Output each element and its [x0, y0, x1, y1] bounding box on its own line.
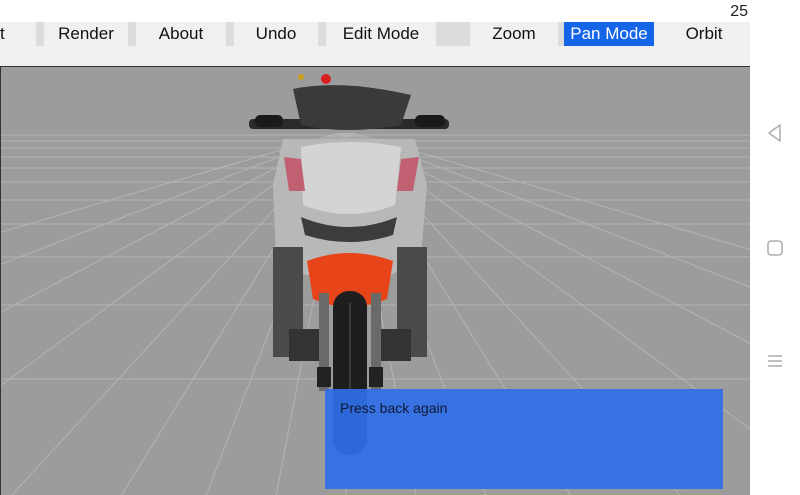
toolbar-separator [128, 22, 136, 46]
indicator-light [321, 74, 331, 84]
right-grip [415, 115, 445, 127]
right-fork-foot [369, 367, 383, 387]
left-grip [255, 115, 283, 127]
mirror-mount [298, 74, 304, 80]
left-footrest [289, 329, 319, 361]
top-cowl [293, 85, 411, 130]
left-fork-foot [317, 367, 331, 387]
home-icon[interactable] [764, 237, 786, 259]
edit-mode-button[interactable]: Edit Mode [326, 22, 436, 46]
pan-mode-button[interactable]: Pan Mode [564, 22, 654, 46]
status-clock: 25 [730, 3, 748, 20]
toast-notification: Press back again [325, 389, 723, 489]
fairing-panel [301, 142, 401, 214]
toolbar-separator [226, 22, 234, 46]
render-button[interactable]: Render [44, 22, 128, 46]
toolbar-separator [436, 22, 470, 46]
about-button[interactable]: About [136, 22, 226, 46]
system-navigation-bar [750, 0, 800, 495]
status-bar: 25 [0, 0, 800, 22]
zoom-button[interactable]: Zoom [470, 22, 558, 46]
back-icon[interactable] [764, 122, 786, 144]
toolbar-gap [0, 46, 750, 66]
toolbar-item-partial[interactable]: t [0, 22, 36, 46]
orbit-button[interactable]: Orbit [660, 22, 748, 46]
right-footrest [381, 329, 411, 361]
toolbar-separator [318, 22, 326, 46]
toolbar-separator [36, 22, 44, 46]
toolbar: t Render About Undo Edit Mode Zoom Pan M… [0, 22, 750, 46]
menu-icon[interactable] [764, 350, 786, 372]
undo-button[interactable]: Undo [234, 22, 318, 46]
toast-message: Press back again [340, 400, 448, 416]
